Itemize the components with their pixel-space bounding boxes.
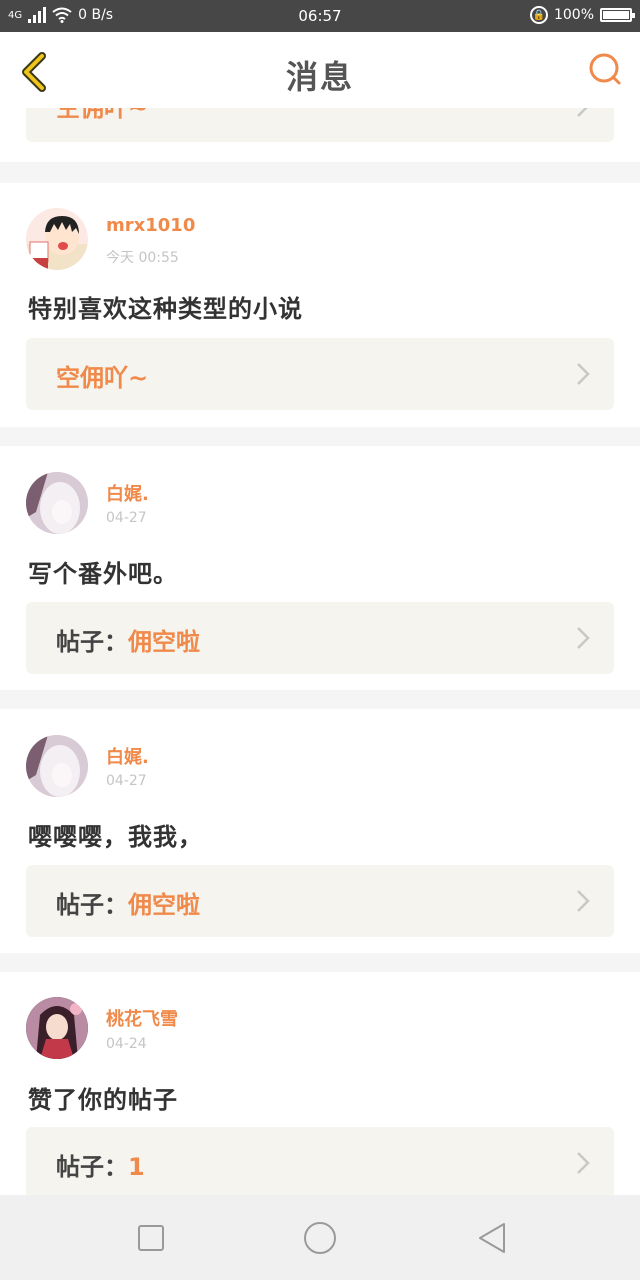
- recent-apps-icon[interactable]: [133, 1220, 169, 1256]
- message-text: 特别喜欢这种类型的小说: [28, 295, 303, 323]
- back-triangle-icon[interactable]: [474, 1220, 510, 1256]
- post-link-value: 空佣吖~: [56, 364, 149, 392]
- post-link-label: 帖子：佣空啦: [56, 622, 200, 657]
- avatar[interactable]: [26, 472, 88, 534]
- status-bar: 4G 0 B/s 06:57 🔒 100%: [0, 0, 640, 32]
- username[interactable]: mrx1010: [106, 215, 195, 236]
- timestamp: 04-27: [106, 510, 147, 526]
- post-link[interactable]: 帖子：佣空啦: [26, 865, 614, 937]
- post-link-value: 佣空啦: [128, 628, 200, 656]
- username[interactable]: 桃花飞雪: [106, 1005, 178, 1031]
- chevron-right-icon: [577, 1152, 590, 1174]
- timestamp: 今天 00:55: [106, 250, 179, 266]
- timestamp: 04-24: [106, 1036, 147, 1052]
- message-card-partial: 空佣吖~: [0, 108, 640, 162]
- battery-percent: 100%: [553, 7, 594, 23]
- search-icon[interactable]: [588, 52, 622, 86]
- post-link-prefix: 帖子：: [56, 891, 128, 919]
- message-card[interactable]: 桃花飞雪 04-24 赞了你的帖子 帖子：1: [0, 972, 640, 1195]
- system-nav-bar: [0, 1195, 640, 1280]
- chevron-right-icon: [577, 627, 590, 649]
- post-link-value: 佣空啦: [128, 891, 200, 919]
- post-link[interactable]: 帖子：佣空啦: [26, 602, 614, 674]
- message-card[interactable]: 白娓. 04-27 嘤嘤嘤，我我， 帖子：佣空啦: [0, 709, 640, 953]
- timestamp: 04-27: [106, 773, 147, 789]
- username[interactable]: 白娓.: [106, 480, 149, 506]
- post-link-prefix: 帖子：: [56, 1153, 128, 1181]
- chevron-right-icon: [577, 363, 590, 385]
- message-text: 赞了你的帖子: [28, 1086, 178, 1114]
- username[interactable]: 白娓.: [106, 743, 149, 769]
- battery-icon: [600, 8, 635, 22]
- message-card[interactable]: mrx1010 今天 00:55 特别喜欢这种类型的小说 空佣吖~: [0, 183, 640, 427]
- message-list[interactable]: 空佣吖~ mrx1010 今天 00:55 特别喜欢这种类型的小说 空佣吖~ 白…: [0, 108, 640, 1195]
- message-card[interactable]: 白娓. 04-27 写个番外吧。 帖子：佣空啦: [0, 446, 640, 690]
- post-link[interactable]: 空佣吖~: [26, 338, 614, 410]
- avatar[interactable]: [26, 735, 88, 797]
- page-title: 消息: [285, 58, 354, 96]
- home-icon[interactable]: [302, 1220, 338, 1256]
- post-link[interactable]: 帖子：1: [26, 1127, 614, 1195]
- post-link-value: 1: [128, 1153, 145, 1181]
- rotation-lock-icon: 🔒: [529, 6, 548, 24]
- chevron-right-icon: [577, 108, 588, 117]
- post-link-value: 空佣吖~: [56, 108, 149, 122]
- avatar[interactable]: [26, 208, 88, 270]
- chevron-right-icon: [577, 890, 590, 912]
- post-link-label: 帖子：1: [56, 1147, 145, 1182]
- app-header: 消息: [0, 32, 640, 109]
- message-text: 写个番外吧。: [28, 560, 178, 588]
- post-link-label: 空佣吖~: [56, 358, 148, 393]
- post-link-prefix: 帖子：: [56, 628, 128, 656]
- post-link-label: 空佣吖~: [56, 108, 148, 123]
- status-right: 🔒 100%: [529, 6, 635, 24]
- post-link-label: 帖子：佣空啦: [56, 885, 200, 920]
- post-link[interactable]: 空佣吖~: [26, 108, 614, 142]
- message-text: 嘤嘤嘤，我我，: [28, 823, 203, 851]
- avatar[interactable]: [26, 997, 88, 1059]
